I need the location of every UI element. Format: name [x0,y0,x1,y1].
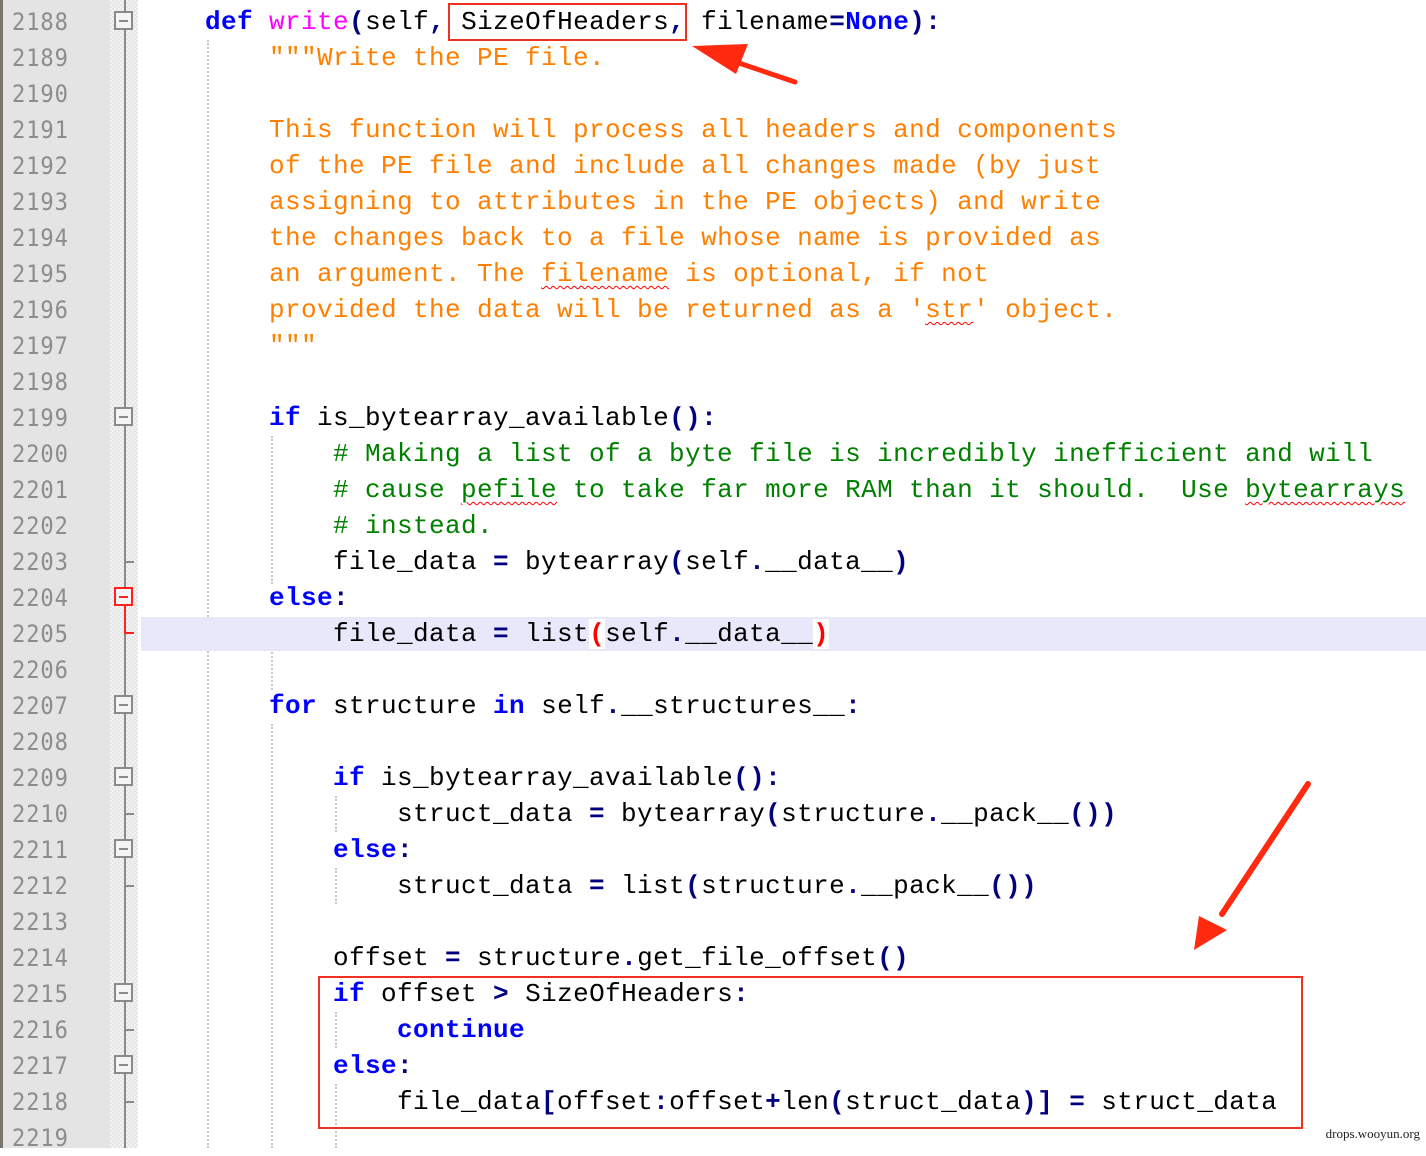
code-editor[interactable]: 2188 def write(self, SizeOfHeaders, filen… [0,0,1426,1152]
annotation-arrows [692,44,1311,950]
watermark: drops.wooyun.org [1325,1126,1420,1141]
arrow-to-parameter [692,44,798,85]
arrow-to-block [1194,781,1311,950]
